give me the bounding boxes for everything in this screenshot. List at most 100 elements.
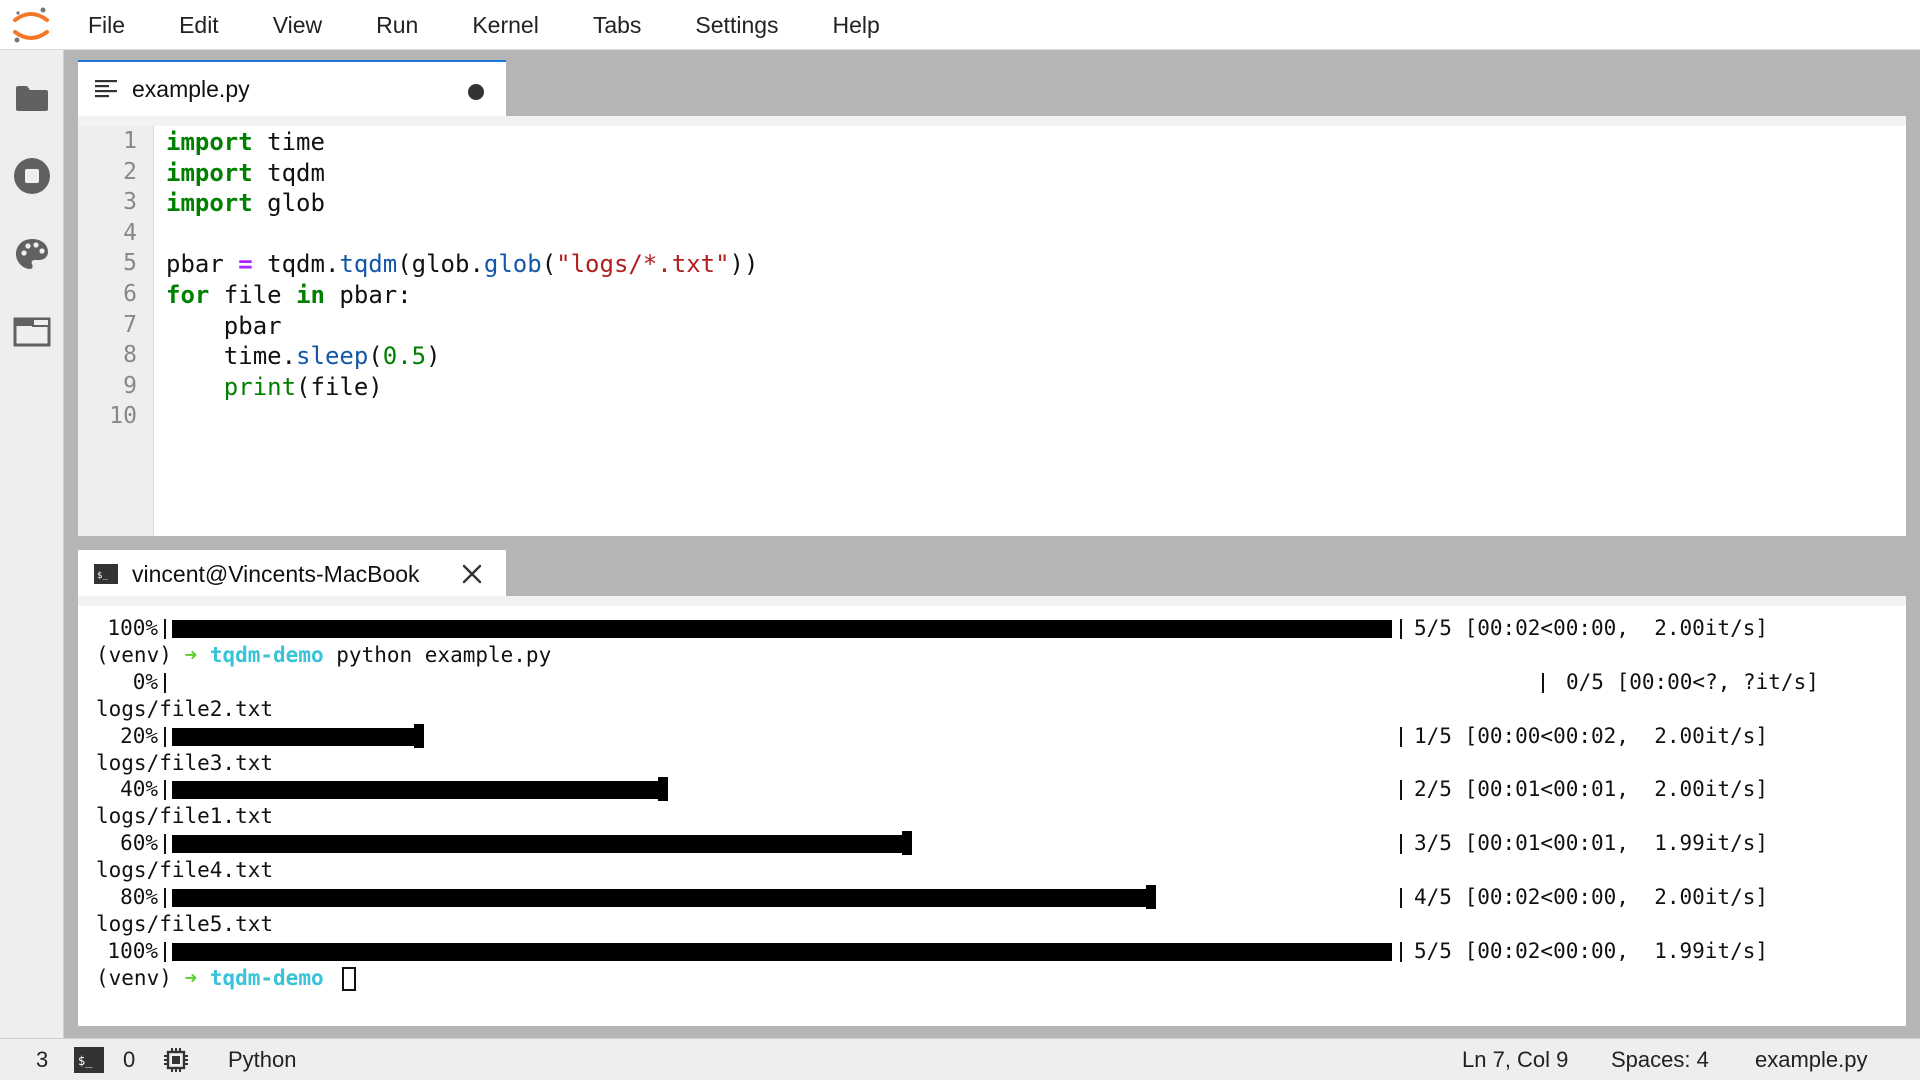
progress-stats: 4/5 [00:02<00:00, 2.00it/s]	[1414, 885, 1769, 909]
line-number: 5	[123, 250, 137, 277]
svg-text:$_: $_	[97, 571, 108, 581]
progress-line: 80% 4/5 [00:02<00:00, 2.00it/s]	[96, 885, 1896, 912]
code-token: pbar:	[324, 281, 412, 309]
progress-bar-left-edge	[164, 941, 166, 962]
palette-icon[interactable]	[12, 234, 52, 274]
main-dock-area: example.py 1 2 3 4 5 6 7 8 9 10 import time import…	[64, 50, 1920, 1038]
shell-prompt-line: (venv) ➜ tqdm-demo python example.py	[96, 643, 1896, 670]
line-number: 1	[123, 128, 137, 154]
progress-line: 100% 5/5 [00:02<00:00, 2.00it/s]	[96, 616, 1896, 643]
code-token: for	[166, 281, 210, 309]
progress-bar-tip	[658, 777, 668, 802]
tab-terminal[interactable]: $_ vincent@Vincents-MacBook	[78, 550, 506, 598]
menu-tabs[interactable]: Tabs	[593, 12, 642, 39]
menu-kernel[interactable]: Kernel	[472, 12, 538, 39]
code-token: (file)	[296, 372, 383, 401]
kernel-chip-icon[interactable]	[162, 1046, 190, 1080]
code-token: (	[541, 250, 557, 279]
code-line[interactable]: import tqdm	[166, 159, 325, 187]
progress-bar-fill	[172, 781, 660, 800]
progress-percent: 20%	[120, 723, 158, 748]
line-number-gutter: 1 2 3 4 5 6 7 8 9 10	[78, 126, 154, 536]
progress-percent: 60%	[120, 831, 158, 856]
folder-icon[interactable]	[12, 78, 52, 118]
line-number: 3	[123, 189, 137, 216]
output-line: logs/file5.txt	[96, 911, 274, 936]
code-line[interactable]: print(file)	[166, 373, 383, 401]
progress-percent: 0%	[132, 669, 158, 694]
code-line[interactable]: time.sleep(0.5)	[166, 342, 441, 370]
progress-stats: 3/5 [00:01<00:01, 1.99it/s]	[1414, 831, 1769, 856]
venv-indicator: (venv)	[96, 965, 172, 990]
code-token: tqdm	[252, 158, 325, 187]
progress-stats: 1/5 [00:00<00:02, 2.00it/s]	[1414, 723, 1769, 748]
progress-bar-left-edge	[164, 888, 166, 908]
line-number: 6	[123, 281, 137, 307]
code-editor[interactable]: 1 2 3 4 5 6 7 8 9 10 import time import tqdm import…	[78, 116, 1906, 536]
progress-line: 40% 2/5 [00:01<00:01, 2.00it/s]	[96, 777, 1896, 804]
unsaved-dot-icon[interactable]	[468, 84, 484, 100]
code-token: "logs/*.txt"	[556, 250, 730, 279]
svg-text:$_: $_	[78, 1054, 93, 1068]
terminals-count[interactable]: 3	[36, 1047, 48, 1073]
kernel-name[interactable]: Python	[228, 1047, 297, 1073]
close-icon[interactable]	[460, 562, 484, 586]
prompt-directory: tqdm-demo	[209, 965, 324, 990]
menu-file[interactable]: File	[88, 12, 125, 39]
progress-bar-left-edge	[164, 619, 166, 639]
code-token: ))	[729, 250, 759, 279]
code-token: tqdm	[339, 250, 398, 279]
output-line: logs/file3.txt	[96, 750, 274, 775]
prompt-arrow-icon: ➜	[184, 965, 198, 990]
progress-bar-tip	[902, 831, 912, 856]
progress-bar-tip	[414, 723, 424, 748]
menu-view[interactable]: View	[273, 12, 322, 39]
stop-circle-icon[interactable]	[12, 156, 52, 196]
code-token: import	[166, 158, 253, 187]
progress-bar-right-edge	[1542, 672, 1544, 693]
code-token: pbar	[166, 311, 282, 340]
terminal-cursor[interactable]	[342, 966, 357, 991]
editor-tab-label: example.py	[132, 75, 250, 102]
progress-bar-fill	[172, 727, 416, 746]
menu-list: File Edit View Run Kernel Tabs Settings …	[70, 0, 916, 50]
code-token: sleep	[296, 342, 369, 371]
code-token: (	[368, 342, 383, 371]
terminal-tab-label: vincent@Vincents-MacBook	[132, 560, 420, 587]
progress-line: 60% 3/5 [00:01<00:01, 1.99it/s]	[96, 831, 1896, 858]
menu-run[interactable]: Run	[376, 12, 418, 39]
code-line[interactable]: pbar	[166, 312, 282, 340]
menubar: File Edit View Run Kernel Tabs Settings …	[0, 0, 1920, 50]
progress-bar-fill	[172, 942, 1392, 961]
progress-bar-left-edge	[164, 834, 166, 855]
cursor-position[interactable]: Ln 7, Col 9	[1462, 1047, 1568, 1073]
indentation-setting[interactable]: Spaces: 4	[1611, 1047, 1709, 1073]
terminal-icon: $_	[94, 563, 118, 585]
line-number: 10	[109, 403, 137, 430]
code-line[interactable]: for file in pbar:	[166, 281, 412, 309]
code-token: file	[209, 281, 297, 309]
progress-bar-right-edge	[1400, 941, 1402, 962]
file-name: example.py	[1755, 1047, 1868, 1072]
tab-window-icon[interactable]	[12, 312, 52, 352]
terminal-status-icon[interactable]: $_	[74, 1047, 104, 1079]
menu-help[interactable]: Help	[833, 12, 880, 39]
progress-stats: 5/5 [00:02<00:00, 2.00it/s]	[1414, 616, 1769, 640]
progress-percent: 80%	[120, 885, 158, 909]
terminal-output[interactable]: 100% 5/5 [00:02<00:00, 2.00it/s] (venv) ➜ …	[78, 596, 1906, 1026]
menu-settings[interactable]: Settings	[695, 12, 778, 39]
progress-bar-fill	[172, 835, 904, 854]
menu-edit[interactable]: Edit	[179, 12, 219, 39]
venv-indicator: (venv)	[96, 642, 172, 667]
code-line[interactable]: import time	[166, 128, 325, 156]
code-line[interactable]: import glob	[166, 189, 325, 217]
progress-bar-fill	[172, 620, 1392, 638]
line-number: 7	[123, 311, 137, 338]
tab-example-py[interactable]: example.py	[78, 60, 506, 116]
code-token: =	[238, 250, 253, 279]
code-line[interactable]: pbar = tqdm.tqdm(glob.glob("logs/*.txt")…	[166, 250, 758, 278]
terminal-tabbar: $_ vincent@Vincents-MacBook	[78, 550, 1906, 598]
code-token: time	[252, 128, 325, 156]
kernels-count[interactable]: 0	[123, 1047, 135, 1073]
